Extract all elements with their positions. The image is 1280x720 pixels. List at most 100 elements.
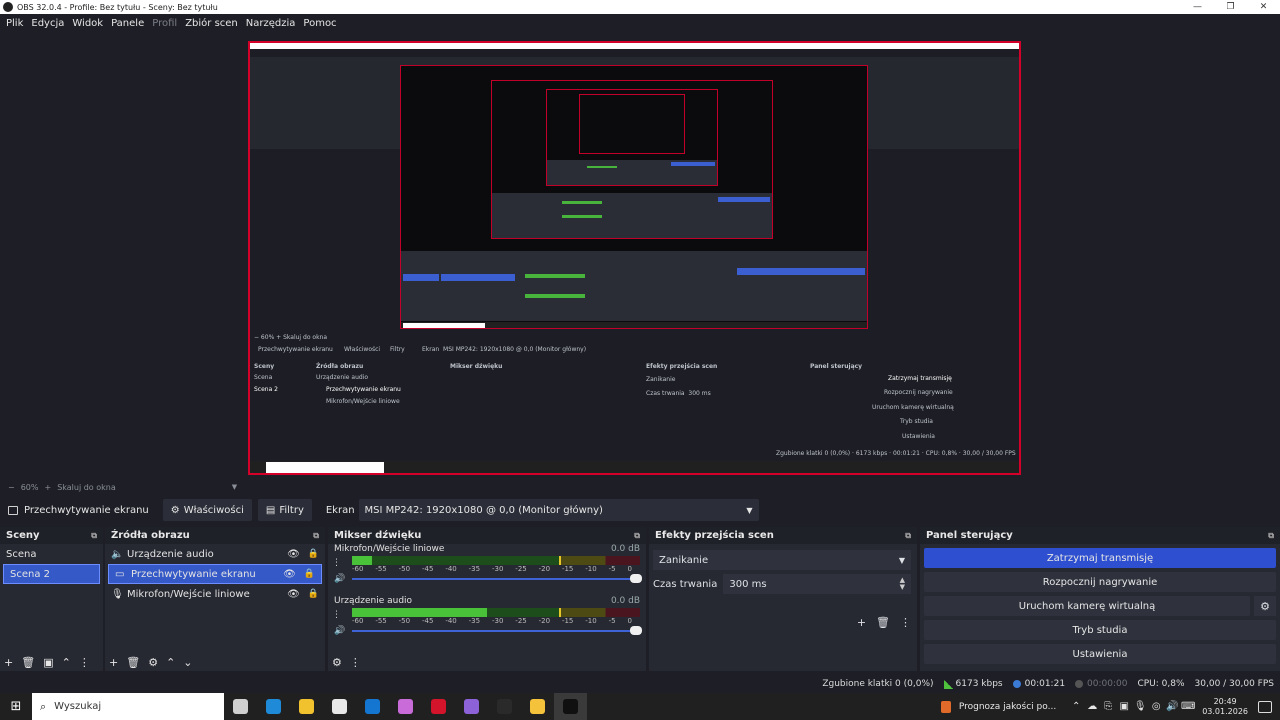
properties-button[interactable]: ⚙ Właściwości	[162, 499, 252, 521]
mute-speaker-icon[interactable]: 🔊	[334, 574, 352, 584]
settings-button[interactable]: Ustawienia	[924, 644, 1276, 664]
usb-icon[interactable]: ⎘	[1100, 701, 1116, 712]
transition-select[interactable]: Zanikanie ▼	[653, 550, 911, 570]
display-icon[interactable]: ▣	[1116, 701, 1132, 712]
move-up-icon[interactable]: ⌃	[166, 656, 175, 669]
notes-icon[interactable]	[521, 693, 554, 720]
stop-streaming-button[interactable]: Zatrzymaj transmisję	[924, 548, 1276, 568]
microphone-icon[interactable]: 🎙	[1132, 701, 1148, 712]
start-recording-button[interactable]: Rozpocznij nagrywanie	[924, 572, 1276, 592]
scene-item[interactable]: Scena	[0, 544, 103, 564]
signal-icon	[943, 679, 953, 689]
notification-icon[interactable]	[1258, 700, 1272, 713]
undock-icon[interactable]: ⧉	[1268, 531, 1274, 541]
more-options-icon[interactable]: ⋮	[350, 656, 361, 669]
captured-zoom-label: − 60% + Skaluj do okna	[254, 334, 328, 341]
channel-menu-icon[interactable]: ⋮	[332, 610, 341, 620]
add-source-icon[interactable]: +	[109, 656, 118, 669]
lock-icon[interactable]: 🔒	[308, 589, 319, 599]
volume-icon[interactable]: 🔊	[1164, 701, 1180, 712]
undock-icon[interactable]: ⧉	[634, 531, 640, 541]
fit-to-window-button[interactable]: Skaluj do okna	[57, 483, 116, 492]
source-item-screen-capture[interactable]: ▭ Przechwytywanie ekranu 👁 🔒	[108, 564, 322, 584]
source-item-audio-device[interactable]: 🔈 Urządzenie audio 👁 🔒	[105, 544, 325, 564]
visibility-eye-icon[interactable]: 👁	[283, 569, 296, 580]
tick: -40	[445, 565, 457, 573]
trash-icon[interactable]: 🗑	[876, 616, 890, 629]
obs-icon[interactable]	[554, 693, 587, 720]
undock-icon[interactable]: ⧉	[905, 531, 911, 541]
taskbar-clock[interactable]: 20:49 03.01.2026	[1202, 697, 1248, 717]
volume-slider-handle[interactable]	[630, 574, 642, 583]
gear-icon[interactable]: ⚙	[148, 656, 158, 669]
task-view-icon[interactable]	[224, 693, 257, 720]
menu-scene-collection[interactable]: Zbiór scen	[181, 18, 242, 29]
file-explorer-icon[interactable]	[290, 693, 323, 720]
zoom-out-button[interactable]: −	[8, 483, 15, 492]
visibility-eye-icon[interactable]: 👁	[287, 549, 300, 560]
channel-menu-icon[interactable]: ⋮	[332, 558, 341, 568]
menu-help[interactable]: Pomoc	[299, 18, 340, 29]
lock-icon[interactable]: 🔒	[308, 549, 319, 559]
preview-canvas[interactable]: − 60% + Skaluj do okna Przechwytywanie e…	[248, 41, 1021, 475]
minimize-button[interactable]: —	[1181, 2, 1214, 12]
keyboard-icon[interactable]: ⌨	[1180, 701, 1196, 712]
discord-icon[interactable]	[455, 693, 488, 720]
scene-item-selected[interactable]: Scena 2	[3, 564, 100, 584]
add-transition-icon[interactable]: +	[857, 616, 866, 629]
scene-filters-icon[interactable]: ▣	[43, 656, 53, 669]
windows-start-icon[interactable]: ⊞	[0, 699, 32, 714]
headset-icon[interactable]: ◎	[1148, 701, 1164, 712]
undock-icon[interactable]: ⧉	[91, 531, 97, 541]
close-button[interactable]: ✕	[1247, 2, 1280, 12]
weather-widget[interactable]: Prognoza jakości po...	[940, 700, 1056, 713]
maximize-button[interactable]: ❐	[1214, 2, 1247, 12]
trash-icon[interactable]: 🗑	[21, 656, 35, 669]
duration-stepper-icon[interactable]: ▲ ▼	[900, 577, 905, 591]
volume-slider[interactable]	[352, 574, 642, 583]
menu-tools[interactable]: Narzędzia	[242, 18, 300, 29]
more-options-icon[interactable]: ⋮	[900, 616, 911, 629]
studio-mode-button[interactable]: Tryb studia	[924, 620, 1276, 640]
volume-slider[interactable]	[352, 626, 642, 635]
store-icon[interactable]	[323, 693, 356, 720]
visibility-eye-icon[interactable]: 👁	[287, 589, 300, 600]
menu-edit[interactable]: Edycja	[27, 18, 68, 29]
capcut-icon[interactable]	[488, 693, 521, 720]
copilot-icon[interactable]	[389, 693, 422, 720]
menu-file[interactable]: Plik	[2, 18, 27, 29]
trash-icon[interactable]: 🗑	[126, 656, 140, 669]
duration-row: Czas trwania 300 ms ▲ ▼	[653, 574, 911, 594]
edge-icon[interactable]	[257, 693, 290, 720]
tick: -30	[491, 617, 504, 625]
gear-icon[interactable]: ⚙	[1254, 596, 1276, 616]
source-item-microphone[interactable]: 🎙 Mikrofon/Wejście liniowe 👁 🔒	[105, 584, 325, 604]
menu-profile[interactable]: Profil	[148, 18, 181, 29]
mute-speaker-icon[interactable]: 🔊	[334, 626, 352, 636]
menu-docks[interactable]: Panele	[107, 18, 148, 29]
menu-view[interactable]: Widok	[68, 18, 107, 29]
outlook-glyph	[365, 699, 380, 714]
tick: -50	[398, 617, 411, 625]
start-virtual-camera-button[interactable]: Uruchom kamerę wirtualną	[924, 596, 1250, 616]
chevron-up-icon[interactable]: ⌃	[1068, 701, 1084, 712]
taskbar-search[interactable]: ⌕ Wyszukaj	[32, 693, 224, 720]
network-icon[interactable]: ☁	[1084, 701, 1100, 712]
duration-input[interactable]: 300 ms ▲ ▼	[723, 574, 911, 594]
advanced-audio-icon[interactable]: ⚙	[332, 656, 342, 669]
undock-icon[interactable]: ⧉	[313, 531, 319, 541]
zoom-dropdown-icon[interactable]: ▼	[232, 483, 237, 491]
opera-icon[interactable]	[422, 693, 455, 720]
lock-icon[interactable]: 🔒	[304, 569, 315, 579]
more-options-icon[interactable]: ⋮	[79, 656, 90, 669]
screen-select[interactable]: MSI MP242: 1920x1080 @ 0,0 (Monitor głów…	[358, 499, 759, 521]
volume-slider-handle[interactable]	[630, 626, 642, 635]
scene-item-label: Scena	[6, 548, 37, 560]
move-down-icon[interactable]: ⌄	[183, 656, 192, 669]
outlook-icon[interactable]	[356, 693, 389, 720]
add-scene-icon[interactable]: +	[4, 656, 13, 669]
filters-button[interactable]: ▤ Filtry	[257, 499, 312, 521]
source-label: Mikrofon/Wejście liniowe	[127, 588, 250, 600]
move-up-icon[interactable]: ⌃	[62, 656, 71, 669]
zoom-in-button[interactable]: +	[44, 483, 51, 492]
